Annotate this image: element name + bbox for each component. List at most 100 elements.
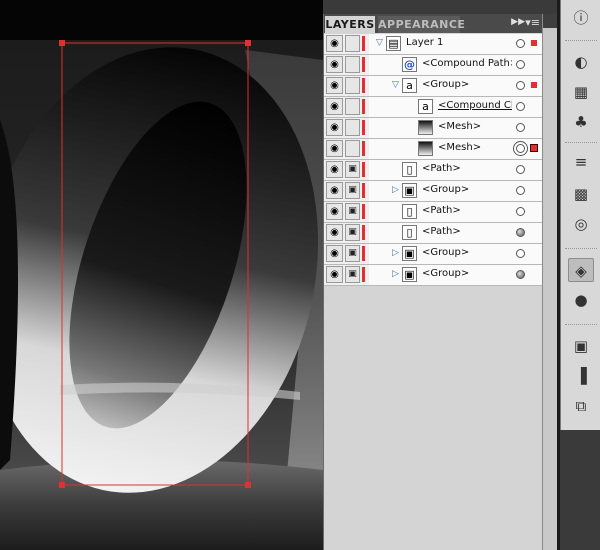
layer-thumbnail: ▤ bbox=[386, 36, 401, 51]
selection-indicator[interactable] bbox=[531, 40, 537, 46]
visibility-eye-icon[interactable]: ◉ bbox=[326, 245, 343, 262]
visibility-eye-icon[interactable]: ◉ bbox=[326, 77, 343, 94]
gradient-icon[interactable]: ▩ bbox=[568, 182, 594, 206]
lock-toggle[interactable] bbox=[345, 56, 360, 73]
layer-thumbnail: @ bbox=[402, 57, 417, 72]
visibility-eye-icon[interactable]: ◉ bbox=[326, 182, 343, 199]
lock-icon[interactable]: ▣ bbox=[345, 245, 360, 262]
disclosure-closed-icon[interactable]: ▷ bbox=[392, 185, 399, 195]
disclosure-closed-icon[interactable]: ▷ bbox=[392, 269, 399, 279]
layer-name[interactable]: <Group> bbox=[422, 247, 512, 258]
layer-thumbnail bbox=[418, 120, 433, 135]
target-circle-icon[interactable] bbox=[516, 144, 525, 153]
layer-row[interactable]: ◉ ▣ ▷ ▣ <Group> bbox=[324, 181, 543, 202]
layer-row[interactable]: ◉ a <Compound Cl... bbox=[324, 97, 543, 118]
layer-row[interactable]: ◉ ▽ ▤ Layer 1 bbox=[324, 34, 543, 55]
layer-color-swatch bbox=[362, 99, 365, 114]
visibility-eye-icon[interactable]: ◉ bbox=[326, 119, 343, 136]
transparency-icon[interactable]: ◎ bbox=[568, 212, 594, 236]
target-circle-icon[interactable] bbox=[516, 60, 525, 69]
lock-toggle[interactable] bbox=[345, 77, 360, 94]
layer-row[interactable]: ◉ ▣ ▯ <Path> bbox=[324, 202, 543, 223]
visibility-eye-icon[interactable]: ◉ bbox=[326, 35, 343, 52]
lock-icon[interactable]: ▣ bbox=[345, 224, 360, 241]
appearance-icon[interactable]: ● bbox=[568, 288, 594, 312]
layer-thumbnail: ▯ bbox=[402, 204, 417, 219]
layer-name[interactable]: <Group> bbox=[422, 79, 512, 90]
target-circle-icon[interactable] bbox=[516, 123, 525, 132]
target-circle-icon[interactable] bbox=[516, 249, 525, 258]
symbols-club-icon[interactable]: ♣ bbox=[568, 110, 594, 134]
lock-toggle[interactable] bbox=[345, 35, 360, 52]
target-circle-icon[interactable] bbox=[516, 102, 525, 111]
visibility-eye-icon[interactable]: ◉ bbox=[326, 140, 343, 157]
lock-icon[interactable]: ▣ bbox=[345, 266, 360, 283]
lock-icon[interactable]: ▣ bbox=[345, 182, 360, 199]
color-palette-icon[interactable]: ◐ bbox=[568, 50, 594, 74]
target-circle-icon[interactable] bbox=[516, 165, 525, 174]
visibility-eye-icon[interactable]: ◉ bbox=[326, 56, 343, 73]
layer-name[interactable]: <Mesh> bbox=[438, 121, 512, 132]
lock-toggle[interactable] bbox=[345, 119, 360, 136]
visibility-eye-icon[interactable]: ◉ bbox=[326, 98, 343, 115]
artboard-canvas[interactable] bbox=[0, 0, 323, 550]
target-circle-icon[interactable] bbox=[516, 207, 525, 216]
layer-name[interactable]: <Compound Path> bbox=[422, 58, 512, 69]
layer-row[interactable]: ◉ <Mesh> bbox=[324, 118, 543, 139]
layer-row[interactable]: ◉ ▣ ▷ ▣ <Group> bbox=[324, 265, 543, 286]
panel-menu-icon[interactable]: ▾≡ bbox=[525, 16, 540, 29]
layer-name[interactable]: <Group> bbox=[422, 184, 512, 195]
disclosure-open-icon[interactable]: ▽ bbox=[376, 38, 383, 48]
layers-icon[interactable]: ◈ bbox=[568, 258, 594, 282]
target-circle-icon[interactable] bbox=[516, 270, 525, 279]
lock-icon[interactable]: ▣ bbox=[345, 203, 360, 220]
visibility-eye-icon[interactable]: ◉ bbox=[326, 203, 343, 220]
layer-color-swatch bbox=[362, 78, 365, 93]
layer-row[interactable]: ◉ <Mesh> bbox=[324, 139, 543, 160]
lock-toggle[interactable] bbox=[345, 140, 360, 157]
layer-name[interactable]: <Group> bbox=[422, 268, 512, 279]
layer-name[interactable]: Layer 1 bbox=[406, 37, 512, 48]
layer-row[interactable]: ◉ ▣ ▯ <Path> bbox=[324, 223, 543, 244]
align-icon[interactable]: ▐ bbox=[568, 364, 594, 388]
tab-layers[interactable]: LAYERS bbox=[325, 16, 375, 33]
layer-color-swatch bbox=[362, 204, 365, 219]
layer-color-swatch bbox=[362, 36, 365, 51]
target-circle-icon[interactable] bbox=[516, 39, 525, 48]
layer-name[interactable]: <Mesh> bbox=[438, 142, 512, 153]
target-circle-icon[interactable] bbox=[516, 81, 525, 90]
layer-name[interactable]: <Path> bbox=[422, 205, 512, 216]
lock-toggle[interactable] bbox=[345, 98, 360, 115]
info-icon[interactable]: ⓘ bbox=[568, 6, 594, 30]
layer-thumbnail: ▣ bbox=[402, 183, 417, 198]
swatches-grid-icon[interactable]: ▦ bbox=[568, 80, 594, 104]
dock-separator bbox=[565, 248, 597, 252]
visibility-eye-icon[interactable]: ◉ bbox=[326, 224, 343, 241]
stroke-icon[interactable]: ≡ bbox=[568, 150, 594, 174]
dock-separator bbox=[565, 142, 597, 146]
target-circle-icon[interactable] bbox=[516, 186, 525, 195]
layers-list: ◉ ▽ ▤ Layer 1 ◉ @ <Compound Path> ◉ ▽ a <Group> ◉ a <… bbox=[324, 34, 543, 286]
disclosure-closed-icon[interactable]: ▷ bbox=[392, 248, 399, 258]
panel-title-bar[interactable] bbox=[323, 0, 557, 14]
layer-row[interactable]: ◉ ▽ a <Group> bbox=[324, 76, 543, 97]
layer-row[interactable]: ◉ @ <Compound Path> bbox=[324, 55, 543, 76]
dock-separator bbox=[565, 324, 597, 328]
visibility-eye-icon[interactable]: ◉ bbox=[326, 161, 343, 178]
target-circle-icon[interactable] bbox=[516, 228, 525, 237]
lock-icon[interactable]: ▣ bbox=[345, 161, 360, 178]
disclosure-open-icon[interactable]: ▽ bbox=[392, 80, 399, 90]
layers-scrollbar[interactable] bbox=[542, 14, 557, 550]
layer-name[interactable]: <Path> bbox=[422, 226, 512, 237]
artboard-icon[interactable]: ▣ bbox=[568, 334, 594, 358]
selection-indicator[interactable] bbox=[530, 144, 538, 152]
visibility-eye-icon[interactable]: ◉ bbox=[326, 266, 343, 283]
layer-row[interactable]: ◉ ▣ ▯ <Path> bbox=[324, 160, 543, 181]
tab-appearance[interactable]: APPEARANCE bbox=[378, 16, 465, 33]
layer-name[interactable]: <Compound Cl... bbox=[438, 100, 512, 111]
selection-indicator[interactable] bbox=[531, 82, 537, 88]
pathfinder-icon[interactable]: ⧉ bbox=[568, 394, 594, 418]
layer-row[interactable]: ◉ ▣ ▷ ▣ <Group> bbox=[324, 244, 543, 265]
fast-forward-icon[interactable]: ▶▶ bbox=[511, 17, 525, 27]
layer-name[interactable]: <Path> bbox=[422, 163, 512, 174]
